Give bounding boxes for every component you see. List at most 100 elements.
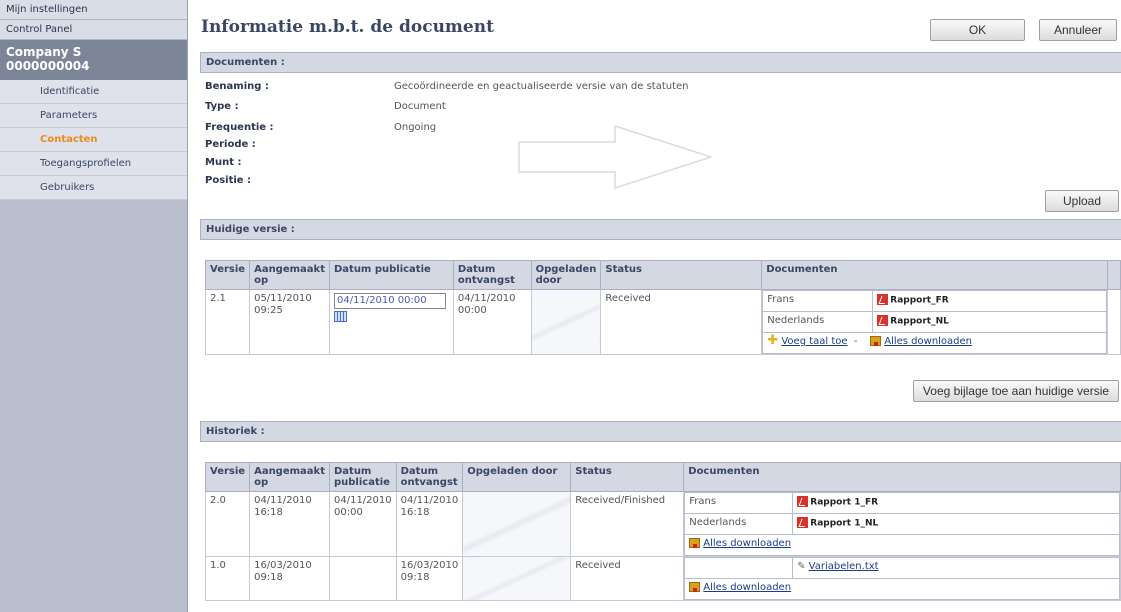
col-versie: Versie bbox=[204, 462, 251, 492]
col-extra bbox=[1107, 260, 1121, 290]
doc-language: Frans bbox=[684, 492, 794, 514]
sidebar-item-parameters[interactable]: Parameters bbox=[0, 104, 187, 128]
cancel-button[interactable]: Annuleer bbox=[1039, 19, 1117, 41]
publicatie-date-input[interactable]: 04/11/2010 00:00 bbox=[333, 293, 446, 309]
section-historiek: Historiek : bbox=[200, 421, 1121, 442]
doc-file-name[interactable]: Rapport 1_NL bbox=[810, 519, 878, 529]
table-row: 1.0 16/03/2010 09:18 16/03/2010 09:18 Re… bbox=[204, 556, 1121, 601]
doc-language bbox=[684, 557, 794, 579]
list-item: ✎ Variabelen.txt bbox=[684, 557, 1120, 579]
list-item: Alles downloaden bbox=[684, 534, 1120, 556]
cell-status: Received/Finished bbox=[570, 491, 685, 557]
cell-ontvangst: 04/11/2010 00:00 bbox=[452, 289, 532, 355]
pdf-icon bbox=[877, 315, 889, 326]
ok-button[interactable]: OK bbox=[930, 19, 1025, 41]
col-ontvangst: Datum ontvangst bbox=[452, 260, 532, 290]
cell-publicatie: 04/11/2010 00:00 bbox=[328, 289, 454, 355]
cell-extra bbox=[1107, 289, 1121, 355]
col-publicatie: Datum publicatie bbox=[328, 260, 454, 290]
col-documenten: Documenten bbox=[761, 260, 1109, 290]
section-huidige-versie: Huidige versie : bbox=[200, 219, 1121, 240]
list-item: ✚ Voeg taal toe - Alles downloaden bbox=[762, 332, 1108, 354]
company-id: 0000000004 bbox=[6, 59, 90, 73]
doc-actions: ✚ Voeg taal toe - Alles downloaden bbox=[762, 332, 1108, 354]
field-value: Gecoördineerde en geactualiseerde versie… bbox=[394, 81, 689, 92]
list-item: Nederlands Rapport 1_NL bbox=[684, 513, 1120, 535]
arrow-right-icon bbox=[518, 124, 714, 190]
cell-aangemaakt: 05/11/2010 09:25 bbox=[249, 289, 330, 355]
doc-actions: Alles downloaden bbox=[684, 578, 1120, 600]
doc-file[interactable]: Rapport 1_NL bbox=[792, 513, 1120, 535]
col-aangemaakt: Aangemaakt op bbox=[249, 462, 330, 492]
menu-mijn-instellingen[interactable]: Mijn instellingen bbox=[0, 0, 187, 20]
cell-opgeladen bbox=[462, 556, 572, 601]
col-ontvangst: Datum ontvangst bbox=[395, 462, 464, 492]
history-table: Versie Aangemaakt op Datum publicatie Da… bbox=[204, 462, 1121, 601]
field-label: Type : bbox=[205, 101, 239, 112]
download-all-link[interactable]: Alles downloaden bbox=[703, 582, 791, 593]
doc-file-name[interactable]: Rapport_FR bbox=[890, 296, 948, 306]
download-icon bbox=[870, 336, 882, 346]
col-opgeladen: Opgeladen door bbox=[530, 260, 602, 290]
sidebar-item-identificatie[interactable]: Identificatie bbox=[0, 80, 187, 104]
documents-list: Frans Rapport 1_FR Nederlands Rapport 1_… bbox=[684, 492, 1120, 556]
cell-documenten: ✎ Variabelen.txt Alles downloaden bbox=[683, 556, 1121, 601]
sidebar-item-toegangsprofielen[interactable]: Toegangsprofielen bbox=[0, 152, 187, 176]
separator: - bbox=[853, 336, 858, 347]
current-version-table: Versie Aangemaakt op Datum publicatie Da… bbox=[204, 260, 1121, 355]
col-status: Status bbox=[600, 260, 763, 290]
upload-button[interactable]: Upload bbox=[1045, 190, 1119, 212]
list-item: Nederlands Rapport_NL bbox=[762, 311, 1108, 333]
cell-documenten: Frans Rapport 1_FR Nederlands Rapport 1_… bbox=[683, 491, 1121, 557]
page-title: Informatie m.b.t. de document bbox=[201, 17, 494, 37]
documents-list: ✎ Variabelen.txt Alles downloaden bbox=[684, 557, 1120, 600]
list-item: Alles downloaden bbox=[684, 578, 1120, 600]
field-label: Frequentie : bbox=[205, 122, 274, 133]
col-documenten: Documenten bbox=[683, 462, 1121, 492]
company-header: Company S 0000000004 bbox=[0, 40, 187, 80]
col-aangemaakt: Aangemaakt op bbox=[249, 260, 330, 290]
download-all-link[interactable]: Alles downloaden bbox=[884, 336, 972, 347]
doc-language: Nederlands bbox=[684, 513, 794, 535]
doc-file-name[interactable]: Rapport_NL bbox=[890, 317, 949, 327]
section-documenten: Documenten : bbox=[200, 52, 1121, 73]
col-versie: Versie bbox=[204, 260, 251, 290]
doc-language: Nederlands bbox=[762, 311, 874, 333]
menu-control-panel[interactable]: Control Panel bbox=[0, 20, 187, 40]
plus-icon: ✚ bbox=[767, 333, 779, 348]
attachment-link[interactable]: Variabelen.txt bbox=[809, 561, 879, 572]
table-row: 2.0 04/11/2010 16:18 04/11/2010 00:00 04… bbox=[204, 491, 1121, 557]
cell-status: Received bbox=[600, 289, 763, 355]
download-all-link[interactable]: Alles downloaden bbox=[703, 538, 791, 549]
doc-file-name[interactable]: Rapport 1_FR bbox=[810, 498, 878, 508]
cell-versie: 1.0 bbox=[204, 556, 251, 601]
doc-file[interactable]: Rapport_FR bbox=[872, 290, 1108, 312]
cell-ontvangst: 16/03/2010 09:18 bbox=[395, 556, 464, 601]
field-label: Periode : bbox=[205, 139, 256, 150]
sidebar-item-contacten[interactable]: Contacten bbox=[0, 128, 187, 152]
cell-aangemaakt: 04/11/2010 16:18 bbox=[249, 491, 330, 557]
col-opgeladen: Opgeladen door bbox=[462, 462, 572, 492]
sidebar-item-gebruikers[interactable]: Gebruikers bbox=[0, 176, 187, 200]
table-header-row: Versie Aangemaakt op Datum publicatie Da… bbox=[204, 260, 1121, 290]
calendar-icon[interactable] bbox=[333, 311, 347, 322]
doc-file[interactable]: Rapport_NL bbox=[872, 311, 1108, 333]
cell-publicatie: 04/11/2010 00:00 bbox=[328, 491, 397, 557]
add-attachment-button[interactable]: Voeg bijlage toe aan huidige versie bbox=[913, 380, 1119, 402]
field-label: Positie : bbox=[205, 175, 252, 186]
table-row: 2.1 05/11/2010 09:25 04/11/2010 00:00 04… bbox=[204, 289, 1121, 355]
doc-file[interactable]: ✎ Variabelen.txt bbox=[792, 557, 1120, 579]
download-icon bbox=[689, 582, 701, 592]
pdf-icon bbox=[797, 496, 809, 507]
company-name: Company S bbox=[6, 45, 82, 59]
pdf-icon bbox=[877, 294, 889, 305]
doc-actions: Alles downloaden bbox=[684, 534, 1120, 556]
add-language-link[interactable]: Voeg taal toe bbox=[781, 336, 847, 347]
cell-aangemaakt: 16/03/2010 09:18 bbox=[249, 556, 330, 601]
main-content: Informatie m.b.t. de document OK Annulee… bbox=[190, 0, 1121, 612]
field-label: Munt : bbox=[205, 157, 242, 168]
table-header-row: Versie Aangemaakt op Datum publicatie Da… bbox=[204, 462, 1121, 492]
cell-versie: 2.1 bbox=[204, 289, 251, 355]
paperclip-icon: ✎ bbox=[797, 561, 806, 572]
doc-file[interactable]: Rapport 1_FR bbox=[792, 492, 1120, 514]
